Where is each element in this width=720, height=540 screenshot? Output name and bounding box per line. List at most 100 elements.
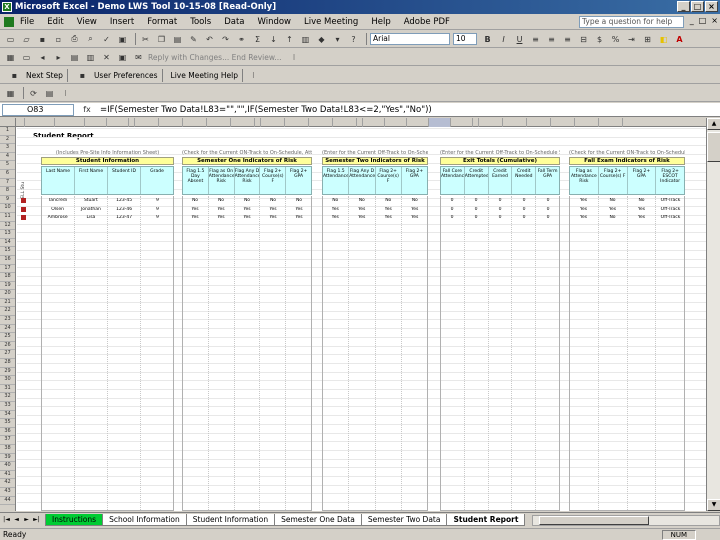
- column-header[interactable]: [261, 118, 285, 127]
- row-header[interactable]: 10: [0, 204, 15, 213]
- row-header[interactable]: 42: [0, 479, 15, 488]
- table-cell[interactable]: 123-47: [108, 215, 141, 220]
- row-header[interactable]: 23: [0, 316, 15, 325]
- section-header[interactable]: Student Information: [41, 157, 174, 165]
- percent-button[interactable]: %: [609, 33, 622, 45]
- maximize-button[interactable]: □: [691, 1, 704, 12]
- column-label[interactable]: Credit Earned: [489, 167, 513, 194]
- column-header[interactable]: [479, 118, 503, 127]
- align-center-icon[interactable]: ≡: [545, 33, 558, 45]
- column-header[interactable]: [309, 118, 333, 127]
- row-header[interactable]: 32: [0, 393, 15, 402]
- column-label[interactable]: Fall Core Attendance: [441, 167, 465, 194]
- column-label[interactable]: Last Name: [42, 167, 75, 194]
- sheet-icon[interactable]: ▦: [4, 87, 17, 99]
- previous-sheet-icon[interactable]: ◄: [12, 515, 21, 525]
- section-body[interactable]: [182, 196, 312, 511]
- table-cell[interactable]: Olsen: [41, 207, 74, 212]
- column-label[interactable]: Flag as On Attendance Risk: [209, 167, 235, 194]
- bold-button[interactable]: B: [481, 33, 494, 45]
- table-cell[interactable]: Yes: [322, 215, 349, 220]
- first-sheet-icon[interactable]: |◄: [2, 515, 11, 525]
- table-cell[interactable]: 9: [141, 198, 174, 203]
- column-label[interactable]: Student ID: [108, 167, 141, 194]
- column-header[interactable]: [407, 118, 429, 127]
- excel-icon[interactable]: X: [2, 2, 12, 12]
- tab-semester-two-data[interactable]: Semester Two Data: [360, 514, 448, 526]
- row-header[interactable]: 12: [0, 222, 15, 231]
- row-header[interactable]: 41: [0, 471, 15, 480]
- table-cell[interactable]: Yes: [349, 215, 376, 220]
- column-label[interactable]: Flag Any D Attendance Risk: [235, 167, 261, 194]
- section-body-column[interactable]: [441, 196, 465, 510]
- section-body-column[interactable]: [108, 196, 141, 510]
- save-icon[interactable]: ▪: [36, 33, 49, 45]
- table-cell[interactable]: Off-Track: [656, 215, 685, 220]
- table-cell[interactable]: No: [234, 198, 260, 203]
- previous-comment-icon[interactable]: ◂: [36, 51, 49, 63]
- underline-button[interactable]: U: [513, 33, 526, 45]
- toolbar-options-icon[interactable]: ⁝: [247, 69, 260, 81]
- column-header[interactable]: [363, 118, 385, 127]
- new-icon[interactable]: ▭: [4, 33, 17, 45]
- table-cell[interactable]: No: [349, 198, 376, 203]
- section-body-column[interactable]: [183, 196, 209, 510]
- toolbar-options-icon[interactable]: ⁝: [59, 87, 72, 99]
- column-header[interactable]: [25, 118, 55, 127]
- column-label[interactable]: Flag 2+ GPA: [286, 167, 311, 194]
- row-header[interactable]: 11: [0, 213, 15, 222]
- row-header[interactable]: 19: [0, 282, 15, 291]
- user-preferences-button[interactable]: ▪ User Preferences: [72, 68, 163, 82]
- redo-icon[interactable]: ↷: [219, 33, 232, 45]
- doc-close-button[interactable]: ×: [711, 16, 718, 25]
- merge-center-icon[interactable]: ⊟: [577, 33, 590, 45]
- section-body-column[interactable]: [656, 196, 684, 510]
- fill-color-icon[interactable]: ◧: [657, 33, 670, 45]
- show-comment-icon[interactable]: ▤: [68, 51, 81, 63]
- row-header[interactable]: 24: [0, 325, 15, 334]
- column-header[interactable]: [599, 118, 623, 127]
- table-cell[interactable]: No: [598, 215, 627, 220]
- section-body-column[interactable]: [465, 196, 489, 510]
- table-cell[interactable]: No: [402, 198, 429, 203]
- table-cell[interactable]: Yes: [598, 207, 627, 212]
- section-body-column[interactable]: [512, 196, 537, 510]
- vertical-scrollbar[interactable]: ▲ ▼: [706, 118, 720, 511]
- doc-restore-button[interactable]: □: [699, 16, 707, 25]
- table-cell[interactable]: Jonathan: [74, 207, 107, 212]
- menu-window[interactable]: Window: [257, 17, 291, 27]
- toolbar-options-icon[interactable]: ⁝: [287, 51, 300, 63]
- delete-comment-icon[interactable]: ✕: [100, 51, 113, 63]
- copy-icon[interactable]: ❐: [155, 33, 168, 45]
- column-label[interactable]: Grade: [141, 167, 173, 194]
- name-box[interactable]: O83: [2, 103, 74, 116]
- menu-file[interactable]: File: [20, 17, 34, 27]
- row-header[interactable]: 30: [0, 376, 15, 385]
- row-header[interactable]: 29: [0, 368, 15, 377]
- column-label[interactable]: Flag as Attendance Risk: [570, 167, 599, 194]
- borders-icon[interactable]: ⊞: [641, 33, 654, 45]
- section-body-column[interactable]: [570, 196, 599, 510]
- doc-minimize-button[interactable]: _: [690, 16, 694, 25]
- insert-function-button[interactable]: fx: [74, 105, 100, 114]
- column-header[interactable]: [55, 118, 85, 127]
- column-header[interactable]: [135, 118, 159, 127]
- close-button[interactable]: ×: [705, 1, 718, 12]
- section-body-column[interactable]: [323, 196, 350, 510]
- table-cell[interactable]: Lisa: [74, 215, 107, 220]
- live-meeting-help-button[interactable]: Live Meeting Help: [167, 68, 243, 82]
- horizontal-scrollbar[interactable]: [532, 514, 720, 526]
- column-header[interactable]: [429, 118, 451, 127]
- section-body-column[interactable]: [141, 196, 173, 510]
- row-header[interactable]: 9: [0, 196, 15, 205]
- font-size-select[interactable]: 10: [453, 33, 477, 45]
- row-header[interactable]: 7: [0, 179, 15, 188]
- column-label[interactable]: Flag 1.5 Day Absent: [183, 167, 209, 194]
- table-cell[interactable]: Yes: [402, 207, 429, 212]
- tab-instructions[interactable]: Instructions: [45, 514, 104, 526]
- send-icon[interactable]: ✉: [132, 51, 145, 63]
- column-label[interactable]: Flag 2+ Course(s) F: [599, 167, 628, 194]
- row-header[interactable]: 26: [0, 342, 15, 351]
- menu-insert[interactable]: Insert: [110, 17, 134, 27]
- table-cell[interactable]: 0: [512, 198, 536, 203]
